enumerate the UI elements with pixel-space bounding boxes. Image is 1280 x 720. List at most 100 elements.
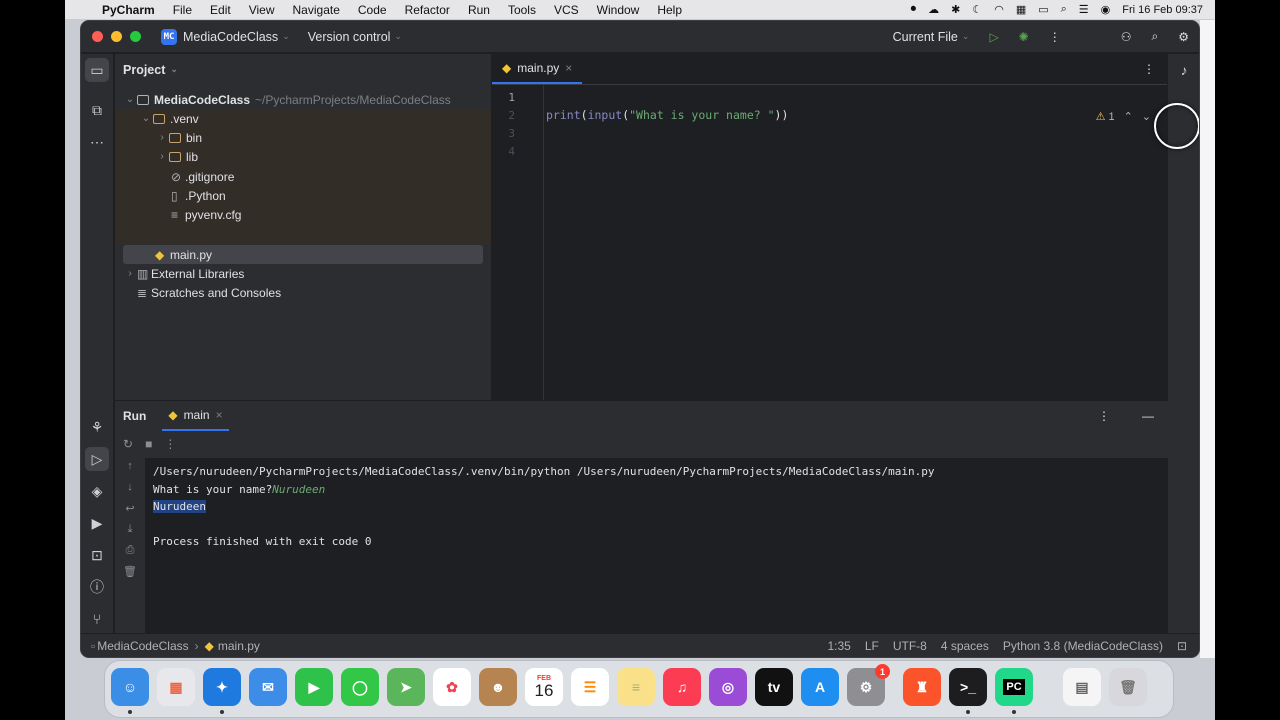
code-line-1[interactable]: print(input("What is your name? ")) — [546, 108, 788, 122]
system-settings-icon[interactable]: ⚙ 1 — [847, 664, 890, 706]
project-switcher[interactable]: MediaCodeClass ⌄ — [183, 30, 290, 44]
tree-item-bin[interactable]: › bin — [155, 128, 202, 147]
facetime-icon[interactable]: ▶ — [295, 668, 333, 706]
run-config-select[interactable]: Current File ⌄ — [893, 30, 970, 44]
launchpad-icon[interactable]: ▦ — [157, 668, 195, 706]
zoom-window-button[interactable] — [130, 31, 141, 42]
tree-item-project-root[interactable]: ⌄ MediaCodeClass ~/PycharmProjects/Media… — [123, 90, 451, 109]
chevron-up-icon[interactable]: ⌃ — [1124, 110, 1133, 123]
battery-icon[interactable]: ▭ — [1038, 3, 1048, 16]
music-icon[interactable]: ♫ — [663, 668, 701, 706]
menu-window[interactable]: Window — [588, 3, 649, 17]
app-store-icon[interactable]: A — [801, 668, 839, 706]
soft-wrap-icon[interactable]: ↩ — [121, 499, 139, 517]
messages-icon[interactable]: ◯ — [341, 668, 379, 706]
menu-file[interactable]: File — [164, 3, 201, 17]
more-actions-icon[interactable]: ⋮ — [164, 437, 176, 451]
menu-code[interactable]: Code — [349, 3, 396, 17]
scroll-up-icon[interactable]: ↑ — [121, 457, 139, 475]
indent-setting[interactable]: 4 spaces — [941, 639, 989, 653]
mail-icon[interactable]: ✉ — [249, 668, 287, 706]
run-options-icon[interactable]: ⋮ — [1098, 409, 1110, 423]
add-user-icon[interactable]: ⚇ — [1121, 30, 1132, 44]
reminders-icon[interactable]: ☰ — [571, 668, 609, 706]
trash-icon[interactable]: 🗑 — [121, 562, 139, 580]
inspection-widget[interactable]: ⚠ 1 ⌃ ⌄ — [1096, 110, 1151, 124]
breadcrumb-file[interactable]: main.py — [218, 639, 260, 653]
chevron-right-icon[interactable]: › — [155, 132, 169, 143]
run-icon[interactable]: ▷ — [989, 30, 998, 44]
run-tool-icon[interactable]: ▷ — [85, 447, 109, 471]
photos-icon[interactable]: ✿ — [433, 668, 471, 706]
creative-cloud-icon[interactable]: ☁ — [928, 3, 939, 16]
services-icon[interactable]: ▶ — [85, 511, 109, 535]
caret-position[interactable]: 1:35 — [827, 639, 850, 653]
keyboard-flag-icon[interactable]: ▦ — [1016, 3, 1026, 16]
brave-browser-icon[interactable]: ♜ — [903, 668, 941, 706]
tree-item-lib[interactable]: › lib — [155, 147, 198, 166]
file-encoding[interactable]: UTF-8 — [893, 639, 927, 653]
scroll-to-end-icon[interactable]: ⤓ — [121, 520, 139, 538]
tree-item-gitignore[interactable]: ⊘ .gitignore — [171, 167, 234, 186]
tree-item-python[interactable]: ▯ .Python — [171, 186, 226, 205]
structure-icon[interactable]: ⧉ — [85, 98, 109, 122]
chevron-down-icon[interactable]: ⌄ — [1142, 110, 1151, 123]
calendar-icon[interactable]: FEB 16 — [525, 668, 563, 706]
menu-tools[interactable]: Tools — [499, 3, 545, 17]
terminal-app-icon[interactable]: >_ — [949, 668, 987, 706]
tree-item-venv[interactable]: ⌄ .venv — [139, 109, 199, 128]
scroll-down-icon[interactable]: ↓ — [121, 478, 139, 496]
control-center-icon[interactable]: ☰ — [1079, 3, 1089, 16]
run-tab-main[interactable]: ◆ main × — [162, 401, 229, 431]
gear-icon[interactable]: ⚙ — [1178, 30, 1189, 44]
tree-item-pyvenv-cfg[interactable]: ≡ pyvenv.cfg — [171, 205, 241, 224]
menu-view[interactable]: View — [240, 3, 284, 17]
notes-icon[interactable]: ≡ — [617, 668, 655, 706]
search-icon[interactable]: ⌕ — [1152, 29, 1159, 44]
bluetooth-icon[interactable]: ✱ — [951, 3, 960, 16]
podcasts-icon[interactable]: ◎ — [709, 668, 747, 706]
minimize-window-button[interactable] — [111, 31, 122, 42]
more-actions-icon[interactable]: ⋮ — [1049, 30, 1061, 44]
debug-bug-icon[interactable]: ✺ — [1019, 30, 1029, 44]
project-panel-header[interactable]: Project ⌄ — [115, 54, 491, 85]
menu-run[interactable]: Run — [459, 3, 499, 17]
contacts-icon[interactable]: ☻ — [479, 668, 517, 706]
close-window-button[interactable] — [92, 31, 103, 42]
layers-icon[interactable]: ◈ — [85, 479, 109, 503]
breadcrumb-project[interactable]: MediaCodeClass — [97, 639, 188, 653]
console-output[interactable]: /Users/nurudeen/PycharmProjects/MediaCod… — [145, 458, 1168, 634]
maps-icon[interactable]: ➤ — [387, 668, 425, 706]
editor[interactable]: ◆ main.py × ⋮ 1 2 3 4 print(input("What … — [492, 53, 1199, 400]
interpreter-widget[interactable]: Python 3.8 (MediaCodeClass) — [1003, 639, 1163, 653]
lock-icon[interactable]: ⊡ — [1177, 639, 1187, 653]
print-icon[interactable]: ⎙ — [121, 541, 139, 559]
pycharm-app-icon[interactable]: PC — [995, 668, 1033, 706]
tree-item-external-libraries[interactable]: › ▥ External Libraries — [123, 264, 244, 283]
wifi-icon[interactable]: ◠ — [994, 3, 1004, 16]
menu-help[interactable]: Help — [648, 3, 691, 17]
python-packages-icon[interactable]: ⚘ — [85, 415, 109, 439]
git-branch-icon[interactable]: ⑂ — [85, 607, 109, 631]
tree-item-main-py[interactable]: ◆ main.py — [155, 245, 212, 264]
terminal-icon[interactable]: ⊡ — [85, 543, 109, 567]
rerun-icon[interactable]: ↻ — [123, 437, 133, 451]
menu-navigate[interactable]: Navigate — [284, 3, 349, 17]
problems-icon[interactable]: ⓘ — [85, 575, 109, 599]
finder-icon[interactable]: ☺ — [111, 668, 149, 706]
stop-icon[interactable]: ■ — [145, 437, 152, 451]
spotlight-search-icon[interactable]: ⌕ — [1061, 3, 1067, 16]
vcs-widget[interactable]: Version control ⌄ — [308, 30, 402, 44]
tab-main-py[interactable]: ◆ main.py × — [492, 53, 583, 84]
clock[interactable]: Fri 16 Feb 09:37 — [1122, 4, 1203, 16]
tree-item-scratches[interactable]: ≣ Scratches and Consoles — [137, 283, 281, 302]
notifications-bell-icon[interactable]: ♪ — [1172, 58, 1196, 82]
chevron-down-icon[interactable]: ⌄ — [139, 113, 153, 124]
focus-moon-icon[interactable]: ☾ — [972, 3, 982, 16]
safari-icon[interactable]: ✦ — [203, 668, 241, 706]
menu-refactor[interactable]: Refactor — [396, 3, 459, 17]
menu-vcs[interactable]: VCS — [545, 3, 588, 17]
siri-icon[interactable]: ◉ — [1101, 3, 1111, 16]
trash-icon[interactable]: 🗑 — [1109, 668, 1147, 706]
menu-app-name[interactable]: PyCharm — [93, 3, 164, 17]
